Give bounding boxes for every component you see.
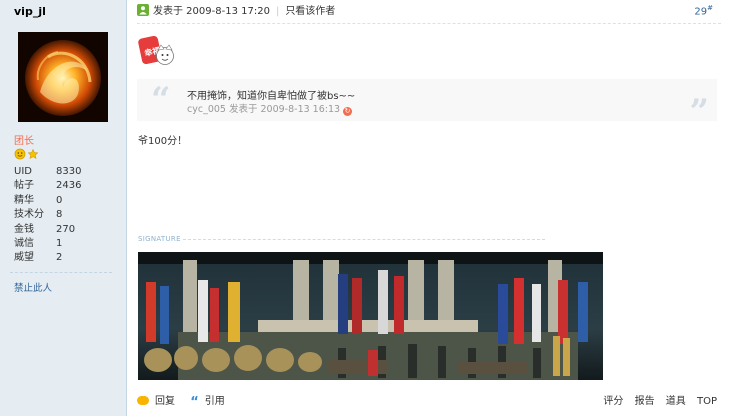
- stat-label: 精华: [14, 194, 34, 206]
- stat-digest: 精华 0: [14, 194, 114, 208]
- sun-icon: [14, 148, 26, 160]
- quote-label[interactable]: 引用: [205, 396, 225, 407]
- stat-uid: UID 8330: [14, 165, 114, 179]
- signature-divider: [183, 239, 545, 240]
- only-author-link[interactable]: 只看该作者: [285, 6, 335, 17]
- floor-number-value[interactable]: 29: [694, 6, 707, 17]
- post-info-bar: 发表于 2009-8-13 17:20 | 只看该作者: [137, 4, 721, 20]
- tools-link[interactable]: 道具: [666, 396, 686, 407]
- stat-value: 270: [56, 223, 76, 235]
- stat-value: 2436: [56, 180, 82, 192]
- author-username[interactable]: vip_jl: [14, 5, 46, 18]
- header-divider: [137, 23, 721, 24]
- stat-label: 威望: [14, 252, 34, 264]
- stat-label: UID: [14, 166, 32, 177]
- author-rank: 团长: [14, 136, 34, 147]
- stat-integrity: 诚信 1: [14, 237, 114, 251]
- open-quote-icon: “: [151, 80, 171, 120]
- stat-prestige: 威望 2: [14, 251, 114, 265]
- quote-meta: cyc_005 发表于 2009-8-13 16:13 ↻: [187, 101, 353, 116]
- close-quote-icon: ”: [689, 92, 709, 132]
- stat-posts: 帖子 2436: [14, 179, 114, 193]
- stat-value: 8: [56, 209, 63, 221]
- stat-value: 2: [56, 252, 63, 264]
- reply-action[interactable]: 回复: [137, 396, 181, 407]
- quote-block: “ 不用掩饰，知道你自卑怕做了被bs~~ cyc_005 发表于 2009-8-…: [137, 79, 717, 129]
- reply-label[interactable]: 回复: [155, 396, 175, 407]
- quote-action[interactable]: “ 引用: [190, 395, 231, 410]
- report-link[interactable]: 报告: [635, 396, 655, 407]
- stat-label: 金钱: [14, 223, 34, 235]
- ban-user-link[interactable]: 禁止此人: [14, 280, 52, 294]
- stat-tech: 技术分 8: [14, 208, 114, 222]
- floor-number[interactable]: 29#: [694, 4, 713, 17]
- happy-emoticon-icon: 幸福: [138, 32, 176, 70]
- floor-hash: #: [707, 4, 713, 12]
- post-message: 爷100分！: [138, 136, 188, 147]
- author-stats: UID 8330 帖子 2436 精华 0 技术分 8 金钱 270 诚信 1 威望 2: [14, 165, 114, 266]
- stat-label: 诚信: [14, 237, 34, 249]
- signature-image: [138, 252, 603, 380]
- stat-value: 0: [56, 194, 63, 206]
- sidebar-divider: [10, 272, 112, 273]
- quote-text: 不用掩饰，知道你自卑怕做了被bs~~: [187, 91, 356, 102]
- post-date: 发表于 2009-8-13 17:20: [153, 6, 270, 17]
- top-link[interactable]: TOP: [697, 396, 717, 407]
- quote-icon: “: [190, 395, 199, 410]
- post-body: 发表于 2009-8-13 17:20 | 只看该作者 29# 幸福 “ 不用掩饰，…: [127, 0, 729, 416]
- post-action-bar: 回复 “ 引用 评分 报告 道具 TOP: [137, 393, 721, 411]
- signature-label: SIGNATURE: [138, 235, 181, 243]
- avatar[interactable]: [18, 32, 108, 122]
- quote-author-date: cyc_005 发表于 2009-8-13 16:13: [187, 104, 341, 115]
- rank-stars: [14, 148, 40, 163]
- stat-money: 金钱 270: [14, 223, 114, 237]
- star-icon: [27, 148, 39, 160]
- separator: |: [275, 6, 280, 17]
- stat-label: 技术分: [14, 209, 44, 221]
- stat-value: 1: [56, 237, 63, 249]
- reply-bubble-icon: [137, 396, 149, 405]
- jump-to-post-icon[interactable]: ↻: [343, 107, 353, 116]
- stat-label: 帖子: [14, 180, 34, 192]
- rate-link[interactable]: 评分: [603, 396, 623, 407]
- online-status-icon: [137, 4, 149, 16]
- stat-value: 8330: [56, 166, 82, 177]
- author-sidebar: vip_jl 团长 UID 8330 帖子 2436 精华 0 技术分 8 金钱…: [0, 0, 127, 416]
